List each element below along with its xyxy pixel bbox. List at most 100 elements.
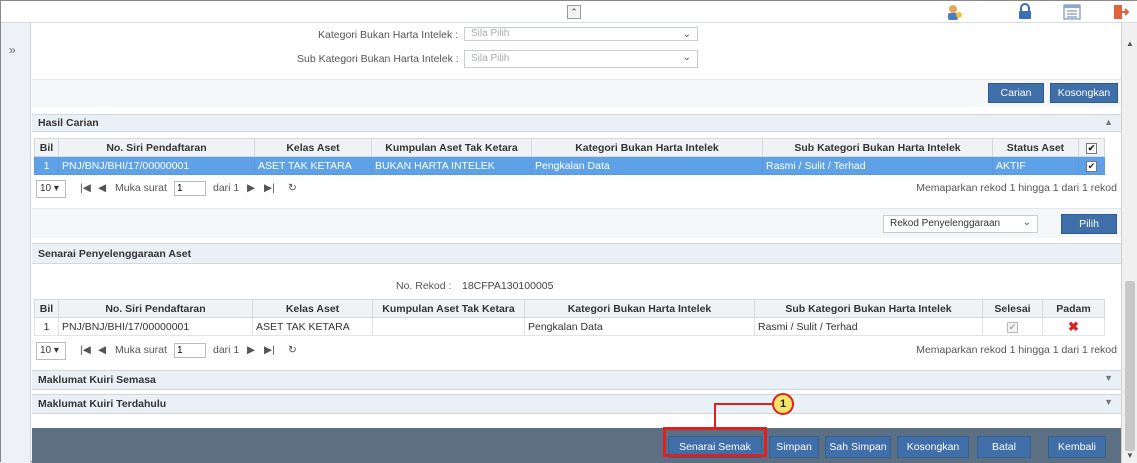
checkmark-icon: ✔ <box>1086 160 1097 172</box>
delete-icon[interactable]: ✖ <box>1042 317 1105 336</box>
column-header-kategori[interactable]: Kategori Bukan Harta Intelek <box>524 299 755 318</box>
cell-kelas: ASET TAK KETARA <box>252 317 373 336</box>
column-header-bil[interactable]: Bil <box>34 299 59 318</box>
kuiri-semasa-header[interactable]: Maklumat Kuiri Semasa ▼ <box>32 370 1121 390</box>
chevron-down-icon[interactable]: ▼ <box>1104 373 1113 383</box>
hasil-carian-header[interactable]: Hasil Carian ▲ <box>32 114 1121 132</box>
column-header-kategori[interactable]: Kategori Bukan Harta Intelek <box>531 138 763 157</box>
column-header-subkategori[interactable]: Sub Kategori Bukan Harta Intelek <box>762 138 993 157</box>
no-rekod-value: 18CFPA130100005 <box>462 280 554 292</box>
carian-button[interactable]: Carian <box>988 83 1044 103</box>
simpan-button[interactable]: Simpan <box>769 436 819 458</box>
side-panel-toggle-strip: » <box>1 23 31 463</box>
application-window: ⌃ » ▲ ▼ Kategori Bukan Harta Intelek : S… <box>0 0 1137 463</box>
subkategori-select-value: Sila Pilih <box>471 53 510 64</box>
checkmark-icon: ✔ <box>1086 142 1097 154</box>
chevron-down-icon: ⌄ <box>682 52 691 63</box>
action-select[interactable]: Rekod Penyelenggaraan ⌄ <box>883 215 1038 233</box>
scroll-thumb[interactable] <box>1125 281 1135 451</box>
kuiri-terdahulu-header[interactable]: Maklumat Kuiri Terdahulu ▼ <box>32 394 1121 414</box>
column-header-no-siri[interactable]: No. Siri Pendaftaran <box>58 299 253 318</box>
column-header-kelas[interactable]: Kelas Aset <box>254 138 372 157</box>
subkategori-select[interactable]: Sila Pilih ⌄ <box>464 50 698 68</box>
footer-action-bar: Senarai Semak Simpan Sah Simpan Kosongka… <box>32 428 1121 463</box>
no-rekod-label: No. Rekod : <box>396 280 452 292</box>
column-header-status[interactable]: Status Aset <box>992 138 1079 157</box>
table-header-row: Bil No. Siri Pendaftaran Kelas Aset Kump… <box>34 138 1105 157</box>
column-header-kumpulan[interactable]: Kumpulan Aset Tak Ketara <box>371 138 532 157</box>
hasil-carian-table: Bil No. Siri Pendaftaran Kelas Aset Kump… <box>34 138 1105 175</box>
cell-kumpulan: BUKAN HARTA INTELEK <box>371 156 532 175</box>
kategori-select[interactable]: Sila Pilih ⌄ <box>464 27 698 41</box>
kosongkan-footer-button[interactable]: Kosongkan <box>897 436 969 458</box>
chevron-up-icon[interactable]: ▲ <box>1104 117 1113 127</box>
muka-surat-label: Muka surat <box>115 182 167 194</box>
column-header-kumpulan[interactable]: Kumpulan Aset Tak Ketara <box>372 299 525 318</box>
column-header-bil[interactable]: Bil <box>34 138 59 157</box>
kosongkan-button[interactable]: Kosongkan <box>1050 83 1118 103</box>
last-page-icon[interactable]: ▶| <box>264 344 275 356</box>
column-header-subkategori[interactable]: Sub Kategori Bukan Harta Intelek <box>754 299 983 318</box>
lock-icon[interactable] <box>1016 3 1034 21</box>
table-row[interactable]: 1 PNJ/BNJ/BHI/17/00000001 ASET TAK KETAR… <box>34 317 1105 336</box>
cell-no-siri: PNJ/BNJ/BHI/17/00000001 <box>58 317 253 336</box>
cell-kategori: Pengkalan Data <box>531 156 763 175</box>
scroll-up-icon[interactable]: ▲ <box>1126 39 1134 48</box>
next-page-icon[interactable]: ▶ <box>247 182 255 194</box>
column-header-no-siri[interactable]: No. Siri Pendaftaran <box>58 138 255 157</box>
expand-sidebar-icon[interactable]: » <box>9 43 16 57</box>
cell-subkategori: Rasmi / Sulit / Terhad <box>762 156 993 175</box>
kuiri-terdahulu-title: Maklumat Kuiri Terdahulu <box>38 398 167 410</box>
cell-bil: 1 <box>34 156 59 175</box>
refresh-icon[interactable]: ↻ <box>288 344 297 356</box>
kategori-select-value: Sila Pilih <box>471 28 510 39</box>
collapse-up-icon[interactable]: ⌃ <box>567 5 581 19</box>
chevron-down-icon[interactable]: ▼ <box>1104 397 1113 407</box>
refresh-icon[interactable]: ↻ <box>288 182 297 194</box>
selesai-checkbox: ✔ <box>982 317 1043 336</box>
record-summary: Memaparkan rekod 1 hingga 1 dari 1 rekod <box>916 344 1117 356</box>
table-row[interactable]: 1 PNJ/BNJ/BHI/17/00000001 ASET TAK KETAR… <box>34 156 1105 175</box>
first-page-icon[interactable]: |◀ <box>80 182 91 194</box>
senarai-header: Senarai Penyelenggaraan Aset <box>32 243 1121 264</box>
cell-subkategori: Rasmi / Sulit / Terhad <box>754 317 983 336</box>
batal-button[interactable]: Batal <box>977 436 1031 458</box>
list-icon[interactable] <box>1063 3 1081 21</box>
subkategori-label: Sub Kategori Bukan Harta Intelek : <box>297 53 459 65</box>
vertical-scrollbar[interactable]: ▲ ▼ <box>1121 23 1137 463</box>
cell-kategori: Pengkalan Data <box>524 317 755 336</box>
callout-line <box>714 403 774 405</box>
muka-surat-label: Muka surat <box>115 344 167 356</box>
cell-bil: 1 <box>34 317 59 336</box>
first-page-icon[interactable]: |◀ <box>80 344 91 356</box>
hasil-carian-title: Hasil Carian <box>38 117 99 129</box>
user-help-icon[interactable] <box>945 3 963 21</box>
logout-icon[interactable] <box>1112 3 1130 21</box>
column-header-padam[interactable]: Padam <box>1042 299 1105 318</box>
kategori-label: Kategori Bukan Harta Intelek : <box>318 29 459 41</box>
kembali-button[interactable]: Kembali <box>1048 436 1106 458</box>
pilih-button[interactable]: Pilih <box>1061 214 1117 234</box>
column-header-selesai[interactable]: Selesai <box>982 299 1043 318</box>
page-size-value: 10 <box>40 183 52 194</box>
callout-line <box>714 404 716 428</box>
page-number-input[interactable] <box>174 343 206 358</box>
next-page-icon[interactable]: ▶ <box>247 344 255 356</box>
select-all-checkbox[interactable]: ✔ <box>1078 138 1105 157</box>
top-toolbar: ⌃ <box>1 1 1137 23</box>
table-header-row: Bil No. Siri Pendaftaran Kelas Aset Kump… <box>34 299 1105 318</box>
page-number-input[interactable] <box>174 181 206 196</box>
prev-page-icon[interactable]: ◀ <box>98 182 106 194</box>
row-checkbox[interactable]: ✔ <box>1078 156 1105 175</box>
page-size-select[interactable]: 10 ▾ <box>36 342 66 360</box>
column-header-kelas[interactable]: Kelas Aset <box>252 299 373 318</box>
checkmark-icon: ✔ <box>1007 321 1018 333</box>
scroll-down-icon[interactable]: ▼ <box>1126 451 1134 460</box>
last-page-icon[interactable]: ▶| <box>264 182 275 194</box>
chevron-down-icon: ⌄ <box>1022 217 1031 228</box>
page-size-value: 10 <box>40 345 52 356</box>
page-size-select[interactable]: 10 ▾ <box>36 180 66 198</box>
sah-simpan-button[interactable]: Sah Simpan <box>825 436 891 458</box>
cell-status: AKTIF <box>992 156 1079 175</box>
prev-page-icon[interactable]: ◀ <box>98 344 106 356</box>
